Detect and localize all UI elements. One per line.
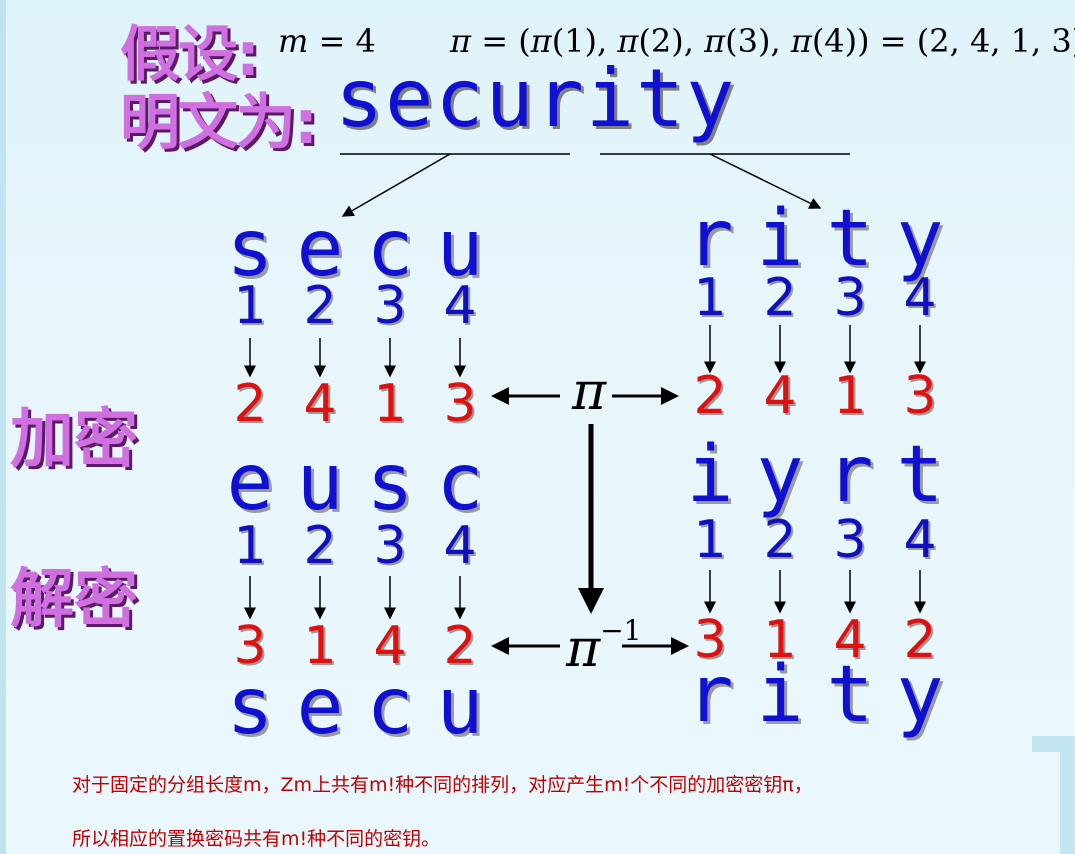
position-number: 4	[443, 516, 477, 576]
block-letter: y	[756, 430, 804, 520]
block-letter: c	[436, 438, 484, 528]
permutation-number: 1	[373, 374, 407, 434]
block-letter: c	[366, 662, 414, 752]
position-number: 1	[693, 510, 727, 570]
position-number: 1	[233, 276, 267, 336]
permutation-number: 1	[833, 366, 867, 426]
left-permutation: 2 4 1 3	[215, 374, 495, 434]
right-decrypted-block: r i t y	[675, 650, 955, 740]
position-number: 3	[833, 510, 867, 570]
block-letter: r	[686, 650, 734, 740]
block-letter: r	[826, 430, 874, 520]
left-positions-encrypt: 1 2 3 4	[215, 276, 495, 336]
permutation-number: 3	[903, 366, 937, 426]
right-cipher-block: i y r t	[675, 430, 955, 520]
pi-operator: π	[572, 362, 607, 422]
left-positions-decrypt: 1 2 3 4	[215, 516, 495, 576]
inverse-superscript: −1	[600, 614, 642, 647]
position-number: 2	[763, 268, 797, 328]
block-letter: s	[226, 662, 274, 752]
block-letter: u	[296, 438, 344, 528]
right-positions-encrypt: 1 2 3 4	[675, 268, 955, 328]
position-number: 4	[443, 276, 477, 336]
permutation-number: 2	[693, 366, 727, 426]
pi-symbol: π	[566, 619, 601, 679]
block-letter: e	[296, 662, 344, 752]
block-letter: i	[756, 650, 804, 740]
pi-inverse-operator: π−1	[566, 614, 641, 679]
permutation-number: 4	[303, 374, 337, 434]
position-number: 3	[833, 268, 867, 328]
block-letter: u	[436, 662, 484, 752]
position-number: 2	[763, 510, 797, 570]
position-number: 1	[693, 268, 727, 328]
position-number: 2	[303, 276, 337, 336]
block-letter: i	[686, 430, 734, 520]
block-letter: e	[226, 438, 274, 528]
block-letter: t	[896, 430, 944, 520]
position-number: 3	[373, 276, 407, 336]
block-letter: s	[366, 438, 414, 528]
left-cipher-block: e u s c	[215, 438, 495, 528]
position-number: 1	[233, 516, 267, 576]
left-decrypted-block: s e c u	[215, 662, 495, 752]
right-positions-decrypt: 1 2 3 4	[675, 510, 955, 570]
position-number: 4	[903, 268, 937, 328]
note-line-2: 所以相应的置换密码共有m!种不同的密钥。	[72, 828, 441, 850]
position-number: 3	[373, 516, 407, 576]
permutation-number: 4	[763, 366, 797, 426]
position-number: 4	[903, 510, 937, 570]
permutation-number: 3	[443, 374, 477, 434]
note-line-1: 对于固定的分组长度m，Zm上共有m!种不同的排列，对应产生m!个不同的加密密钥π…	[72, 774, 813, 796]
position-number: 2	[303, 516, 337, 576]
block-letter: t	[826, 650, 874, 740]
block-letter: y	[896, 650, 944, 740]
right-permutation: 2 4 1 3	[675, 366, 955, 426]
permutation-number: 2	[233, 374, 267, 434]
